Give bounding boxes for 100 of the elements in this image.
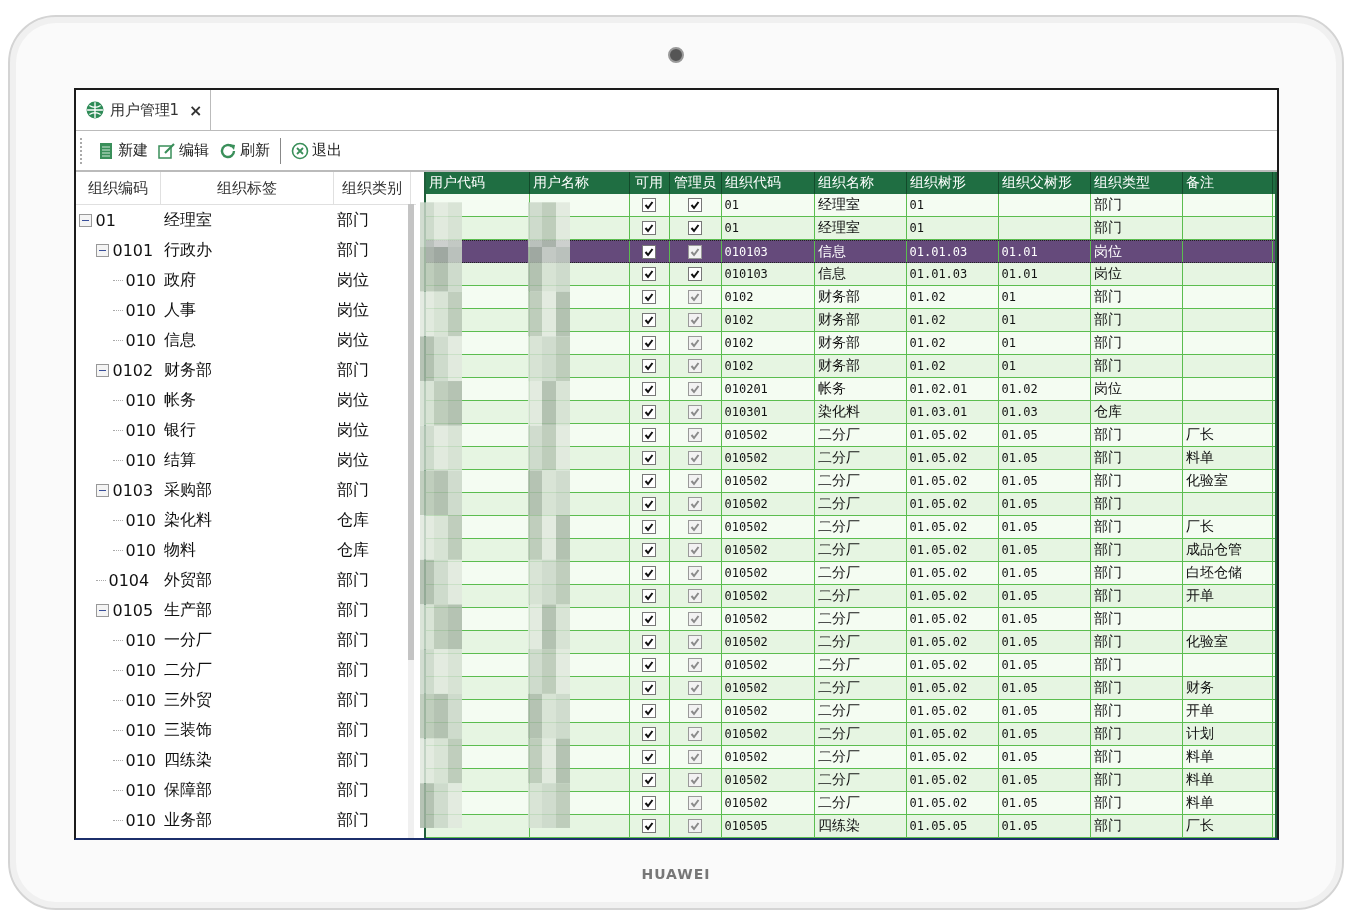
tree-node-label[interactable]: 结算 <box>161 449 337 471</box>
table-cell: 01.02 <box>909 290 946 304</box>
checkbox[interactable] <box>642 267 656 281</box>
tree-node-code[interactable]: 0102 <box>112 360 154 380</box>
tree-node-code[interactable]: 010 <box>125 660 157 680</box>
tree-node-label[interactable]: 行政办 <box>161 239 337 261</box>
tree-node-label[interactable]: 生产部 <box>161 599 337 621</box>
table-cell: 开单 <box>1185 702 1214 720</box>
toolbar-button[interactable]: 编辑 <box>154 139 212 162</box>
table-cell: 010502 <box>724 520 768 534</box>
tree-node-code[interactable]: 0103 <box>112 480 154 500</box>
tree-node-label[interactable]: 三装饰 <box>161 719 337 741</box>
tree-node-code[interactable]: 0105 <box>112 600 154 620</box>
tree-node-code[interactable]: 010 <box>125 270 157 290</box>
checkbox[interactable] <box>688 198 702 212</box>
tree-node-code[interactable]: 010 <box>125 510 157 530</box>
column-header[interactable]: 组织标签 <box>160 172 334 204</box>
checkbox[interactable] <box>642 704 656 718</box>
tree-node-code[interactable]: 010 <box>125 780 157 800</box>
checkbox[interactable] <box>642 635 656 649</box>
checkbox[interactable] <box>642 520 656 534</box>
checkbox[interactable] <box>642 819 656 833</box>
table-cell: 01.05.02 <box>909 543 968 557</box>
column-header[interactable]: 组织编码 <box>75 172 161 204</box>
table-row[interactable]: 01 经理室 01 部门 <box>425 194 1275 217</box>
tree-node-code[interactable]: 010 <box>125 750 157 770</box>
tree-node-label[interactable]: 信息 <box>161 329 337 351</box>
tree-node-label[interactable]: 染化料 <box>161 509 337 531</box>
checkbox[interactable] <box>642 589 656 603</box>
tree-node-code[interactable]: 010 <box>125 540 157 560</box>
tree-node-label[interactable]: 物料 <box>161 539 337 561</box>
tree-node-label[interactable]: 保障部 <box>161 779 337 801</box>
checkbox[interactable] <box>642 405 656 419</box>
tree-node-code[interactable]: 010 <box>125 420 157 440</box>
tree-node-code[interactable]: 010 <box>125 390 157 410</box>
checkbox[interactable] <box>642 543 656 557</box>
checkbox[interactable] <box>642 773 656 787</box>
toolbar-button[interactable]: 新建 <box>93 139 151 162</box>
tree-node-code[interactable]: 01 <box>95 210 116 230</box>
tree-node-label[interactable]: 人事 <box>161 299 337 321</box>
tree-node-code[interactable]: 010 <box>125 720 157 740</box>
collapse-icon[interactable] <box>95 603 109 617</box>
toolbar-button[interactable]: 刷新 <box>215 139 273 162</box>
table-cell: 01.05 <box>1001 520 1038 534</box>
scrollbar[interactable] <box>407 204 414 838</box>
tree-node-label[interactable]: 业务部 <box>161 809 337 831</box>
tree-node-label[interactable]: 四练染 <box>161 749 337 771</box>
collapse-icon[interactable] <box>95 363 109 377</box>
checkbox[interactable] <box>642 658 656 672</box>
tree-node-label[interactable]: 一分厂 <box>161 629 337 651</box>
table-cell: 01.05 <box>1001 819 1038 833</box>
tree-node-code[interactable]: 010 <box>125 330 157 350</box>
table-cell: 01 <box>909 198 924 212</box>
table-row[interactable]: 010505 四练染 01.05.05 01.05 部门 厂长 <box>425 815 1275 838</box>
tree-node-label[interactable]: 政府 <box>161 269 337 291</box>
tree-node-code[interactable]: 0101 <box>112 240 154 260</box>
tree-node-label[interactable]: 二分厂 <box>161 659 337 681</box>
checkbox[interactable] <box>642 612 656 626</box>
checkbox[interactable] <box>642 566 656 580</box>
table-cell: 开单 <box>1185 587 1214 605</box>
tree-node-label[interactable]: 外贸部 <box>161 569 337 591</box>
checkbox[interactable] <box>642 382 656 396</box>
tree-node-label[interactable]: 银行 <box>161 419 337 441</box>
table-cell: 01 <box>1001 290 1016 304</box>
tree-node-label[interactable]: 帐务 <box>161 389 337 411</box>
checkbox[interactable] <box>642 198 656 212</box>
toolbar-button[interactable]: 退出 <box>287 139 345 162</box>
tree-node-code[interactable]: 0104 <box>108 570 150 590</box>
checkbox[interactable] <box>642 474 656 488</box>
collapse-icon[interactable] <box>95 243 109 257</box>
checkbox[interactable] <box>642 336 656 350</box>
table-cell: 部门 <box>1093 219 1122 237</box>
close-button[interactable]: × <box>189 100 203 120</box>
checkbox[interactable] <box>688 267 702 281</box>
checkbox[interactable] <box>688 221 702 235</box>
collapse-icon[interactable] <box>95 483 109 497</box>
checkbox[interactable] <box>642 244 656 259</box>
column-header[interactable]: 组织类别 <box>333 172 411 204</box>
checkbox[interactable] <box>642 428 656 442</box>
tree-node-code[interactable]: 010 <box>125 300 157 320</box>
collapse-icon[interactable] <box>78 213 92 227</box>
checkbox[interactable] <box>642 359 656 373</box>
checkbox[interactable] <box>642 497 656 511</box>
checkbox[interactable] <box>642 796 656 810</box>
tree-node-label[interactable]: 经理室 <box>161 209 337 231</box>
tree-node-label[interactable]: 财务部 <box>161 359 337 381</box>
checkbox[interactable] <box>642 451 656 465</box>
tree-node-code[interactable]: 010 <box>125 630 157 650</box>
checkbox[interactable] <box>642 290 656 304</box>
checkbox[interactable] <box>642 727 656 741</box>
tree-node-type: 部门 <box>336 359 370 381</box>
checkbox[interactable] <box>642 750 656 764</box>
tree-node-label[interactable]: 三外贸 <box>161 689 337 711</box>
checkbox[interactable] <box>642 313 656 327</box>
tree-node-code[interactable]: 010 <box>125 810 157 830</box>
tree-node-label[interactable]: 采购部 <box>161 479 337 501</box>
checkbox[interactable] <box>642 221 656 235</box>
checkbox[interactable] <box>642 681 656 695</box>
tree-node-code[interactable]: 010 <box>125 690 157 710</box>
tree-node-code[interactable]: 010 <box>125 450 157 470</box>
